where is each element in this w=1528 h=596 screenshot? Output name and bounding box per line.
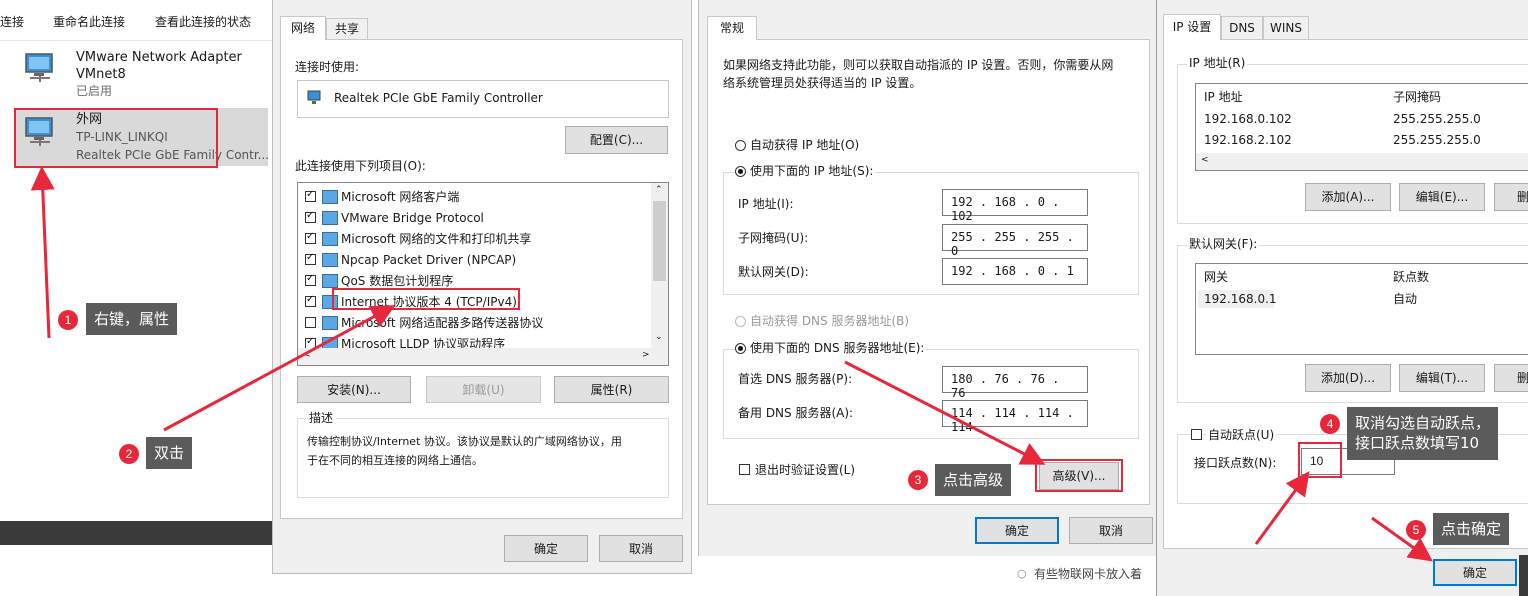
tab-ip-settings[interactable]: IP 设置 (1163, 14, 1221, 40)
annotation-arrows (30, 166, 1433, 562)
step-badge-5: 5 (1406, 520, 1426, 540)
step-badge-1: 1 (58, 310, 78, 330)
step-note-1: 右键，属性 (86, 303, 178, 336)
step-note-4: 取消勾选自动跃点， 接口跃点数填写10 (1347, 407, 1499, 460)
step-note-3: 点击高级 (935, 464, 1012, 497)
tab-ip-settings-label: IP 设置 (1172, 20, 1212, 34)
tab-general-label: 常规 (719, 21, 744, 35)
tab-network[interactable]: 网络 (280, 16, 326, 40)
step-note-4-line2: 接口跃点数填写10 (1355, 434, 1480, 453)
step-badge-4: 4 (1320, 414, 1340, 434)
step-badge-3: 3 (908, 470, 928, 490)
tab-network-label: 网络 (290, 21, 315, 35)
step-note-2: 双击 (146, 437, 193, 470)
step-badge-2: 2 (119, 444, 139, 464)
tab-general[interactable]: 常规 (707, 16, 757, 40)
step-note-5: 点击确定 (1433, 513, 1510, 546)
step-note-4-line1: 取消勾选自动跃点， (1355, 414, 1491, 432)
